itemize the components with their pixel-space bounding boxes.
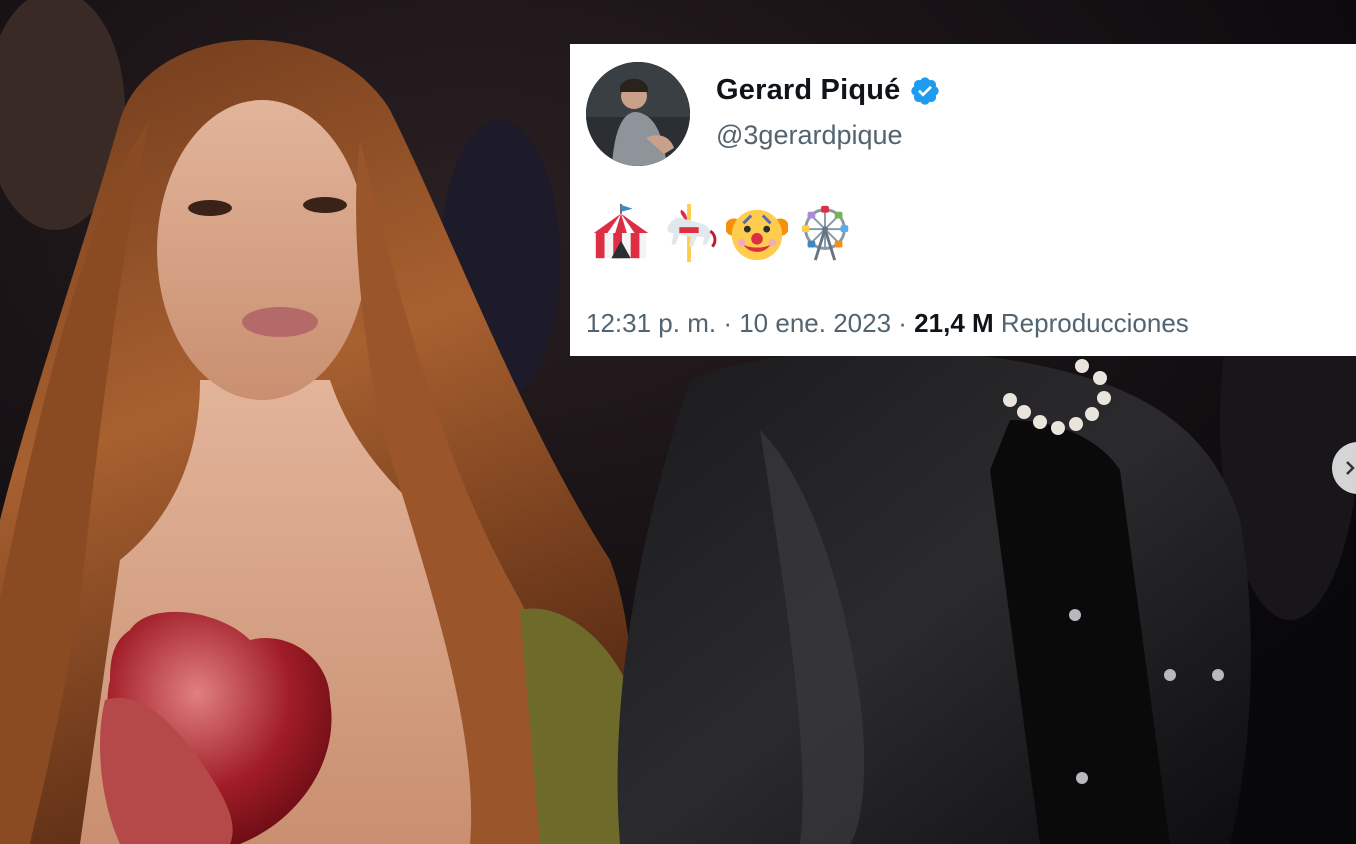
tweet-text [590,202,856,264]
tweet-card: Gerard Piqué @3gerardpique 12:31 p. m. ·… [570,44,1356,356]
tweet-meta: 12:31 p. m. · 10 ene. 2023 · 21,4 M Repr… [586,308,1189,339]
woman-eye [188,200,232,216]
clown-face-icon [726,209,788,261]
verified-badge-icon [910,76,939,105]
views-count: 21,4 M [914,308,994,338]
tweet-date[interactable]: 10 ene. 2023 [739,308,891,338]
views-label: Reproducciones [1000,308,1189,338]
meta-separator: · [898,308,907,338]
display-name[interactable]: Gerard Piqué [716,74,901,107]
avatar[interactable] [586,62,690,166]
woman-face [157,100,367,400]
user-handle[interactable]: @3gerardpique [716,120,903,151]
woman-lips [242,307,318,337]
carousel-horse-icon [667,203,717,263]
ferris-wheel-icon [801,205,849,261]
circus-tent-icon [593,203,649,259]
avatar-photo-icon [586,62,690,166]
meta-separator: · [723,308,732,338]
chevron-right-icon [1346,461,1355,475]
woman-eye [303,197,347,213]
tweet-time[interactable]: 12:31 p. m. [586,308,716,338]
